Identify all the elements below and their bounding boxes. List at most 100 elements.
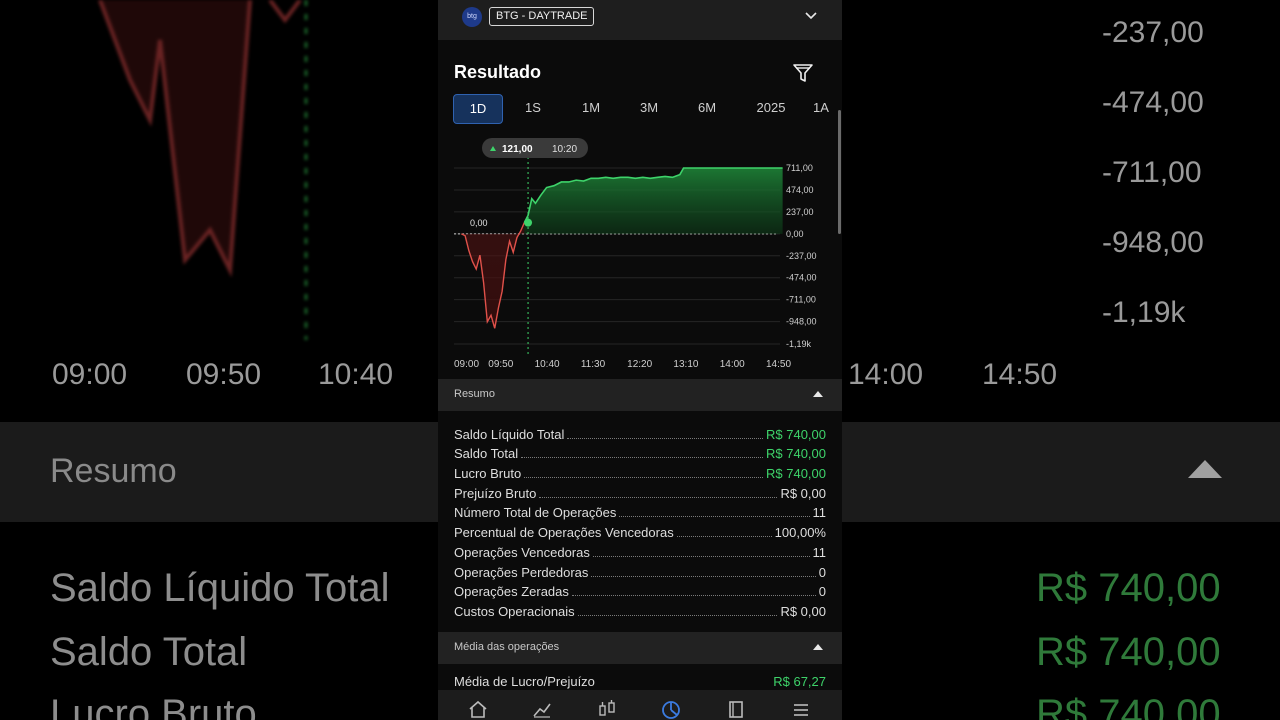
chevron-down-icon[interactable] xyxy=(804,9,818,23)
collapse-caret-icon[interactable] xyxy=(813,391,823,397)
y-tick-label: 474,00 xyxy=(786,185,814,195)
bg-resumo-title: Resumo xyxy=(50,452,177,490)
tooltip-value: 121,00 xyxy=(502,144,533,155)
media-row-label: Média de Lucro/Prejuízo xyxy=(454,674,595,689)
resumo-title: Resumo xyxy=(454,388,495,400)
menu-icon[interactable] xyxy=(790,698,812,720)
x-tick-label: 10:40 xyxy=(535,359,560,370)
bg-row-value: R$ 740,00 xyxy=(1036,692,1221,720)
media-title: Média das operações xyxy=(454,641,560,653)
book-icon[interactable] xyxy=(725,698,747,720)
summary-row-value: 100,00% xyxy=(774,525,826,541)
candlestick-icon[interactable] xyxy=(596,698,618,720)
bg-x-tick: 14:00 xyxy=(848,358,924,391)
y-tick-label: 237,00 xyxy=(786,207,814,217)
x-tick-label: 09:00 xyxy=(454,359,479,370)
bg-y-tick: -711,00 xyxy=(1102,156,1202,189)
summary-row-label: Saldo Líquido Total xyxy=(454,426,565,442)
bg-y-tick: -1,19k xyxy=(1102,296,1186,329)
result-chart: 711,00 474,00 237,00 0,00 -237,00 -474,00 -711… xyxy=(454,138,817,370)
summary-row: Saldo Total R$ 740,00 xyxy=(454,442,826,462)
summary-row-label: Operações Vencedoras xyxy=(454,544,590,560)
summary-row-value: R$ 0,00 xyxy=(780,485,826,501)
summary-row-label: Custos Operacionais xyxy=(454,603,575,619)
summary-row-value: 0 xyxy=(818,564,826,580)
filter-icon[interactable] xyxy=(792,62,814,84)
tab-1s[interactable]: 1S xyxy=(515,94,551,122)
bg-y-tick: -474,00 xyxy=(1102,86,1204,119)
bg-row-label: Lucro Bruto xyxy=(50,692,257,720)
baseline-label: 0,00 xyxy=(470,218,488,228)
tab-6m[interactable]: 6M xyxy=(687,94,727,122)
summary-row-value: R$ 0,00 xyxy=(780,603,826,619)
y-tick-label: -474,00 xyxy=(786,273,817,283)
negative-area xyxy=(461,222,525,329)
media-row: Média de Lucro/Prejuízo R$ 67,27 xyxy=(454,674,826,689)
dotted-leader xyxy=(567,437,763,439)
summary-row: Operações Perdedoras 0 xyxy=(454,560,826,580)
btg-logo: btg xyxy=(462,7,482,27)
period-tabs: 1D 1S 1M 3M 6M 2025 1A xyxy=(453,94,842,124)
summary-row: Saldo Líquido Total R$ 740,00 xyxy=(454,422,826,442)
bg-caret-icon xyxy=(1188,460,1222,478)
x-tick-label: 11:30 xyxy=(581,359,606,370)
dotted-leader xyxy=(676,536,772,538)
dotted-leader xyxy=(577,614,778,616)
bg-row-value: R$ 740,00 xyxy=(1036,630,1221,674)
account-selector[interactable]: btg BTG - DAYTRADE xyxy=(438,0,842,40)
y-tick-label: -948,00 xyxy=(786,317,817,327)
bg-x-tick: 10:40 xyxy=(318,358,394,391)
dotted-leader xyxy=(571,595,816,597)
summary-row-label: Número Total de Operações xyxy=(454,505,617,521)
resumo-list: Saldo Líquido Total R$ 740,00 Saldo Total R… xyxy=(454,422,826,619)
summary-row-value: 11 xyxy=(812,505,827,521)
y-tick-label: 0,00 xyxy=(786,229,804,239)
summary-row-value: 0 xyxy=(818,584,826,600)
bg-x-tick: 09:00 xyxy=(52,358,128,391)
chart-line-icon[interactable] xyxy=(531,698,553,720)
dotted-leader xyxy=(592,555,810,557)
dotted-leader xyxy=(619,516,810,518)
collapse-caret-icon[interactable] xyxy=(813,644,823,650)
tab-1d[interactable]: 1D xyxy=(453,94,503,124)
summary-row-value: R$ 740,00 xyxy=(766,426,826,442)
tooltip-time: 10:20 xyxy=(552,144,577,155)
tab-2025[interactable]: 2025 xyxy=(749,94,793,122)
x-tick-label: 12:20 xyxy=(627,359,652,370)
dotted-leader xyxy=(521,457,763,459)
dotted-leader xyxy=(524,477,763,479)
tab-3m[interactable]: 3M xyxy=(629,94,669,122)
summary-row-label: Prejuízo Bruto xyxy=(454,485,537,501)
summary-row: Lucro Bruto R$ 740,00 xyxy=(454,461,826,481)
summary-row-value: R$ 740,00 xyxy=(766,466,826,482)
phone-screen: btg BTG - DAYTRADE Resultado 1D 1S 1M 3M… xyxy=(438,0,842,720)
cursor-marker xyxy=(524,218,533,227)
summary-row-value: R$ 740,00 xyxy=(766,446,826,462)
y-tick-label: -1,19k xyxy=(786,339,812,349)
pie-chart-icon[interactable] xyxy=(660,698,682,720)
page-title: Resultado xyxy=(454,62,542,82)
bg-row-label: Saldo Total xyxy=(50,630,248,674)
summary-row: Percentual de Operações Vencedoras 100,00… xyxy=(454,520,826,540)
media-row-value: R$ 67,27 xyxy=(773,674,826,689)
home-icon[interactable] xyxy=(467,698,489,720)
x-tick-label: 14:50 xyxy=(766,359,791,370)
summary-row-label: Saldo Total xyxy=(454,446,519,462)
summary-row-label: Operações Perdedoras xyxy=(454,564,589,580)
bottom-nav xyxy=(438,690,842,720)
summary-row: Prejuízo Bruto R$ 0,00 xyxy=(454,481,826,501)
summary-row-value: 11 xyxy=(812,544,827,560)
bg-row-label: Saldo Líquido Total xyxy=(50,566,390,610)
summary-row: Operações Zeradas 0 xyxy=(454,580,826,600)
bg-y-tick: -237,00 xyxy=(1102,16,1204,49)
dotted-leader xyxy=(591,575,816,577)
bg-y-tick: -948,00 xyxy=(1102,226,1204,259)
resumo-header[interactable]: Resumo xyxy=(438,379,842,411)
summary-row-label: Percentual de Operações Vencedoras xyxy=(454,525,674,541)
x-tick-label: 14:00 xyxy=(720,359,745,370)
dotted-leader xyxy=(539,496,778,498)
summary-row-label: Lucro Bruto xyxy=(454,466,522,482)
tab-1m[interactable]: 1M xyxy=(571,94,611,122)
y-tick-label: -711,00 xyxy=(786,295,816,305)
media-header[interactable]: Média das operações xyxy=(438,632,842,664)
